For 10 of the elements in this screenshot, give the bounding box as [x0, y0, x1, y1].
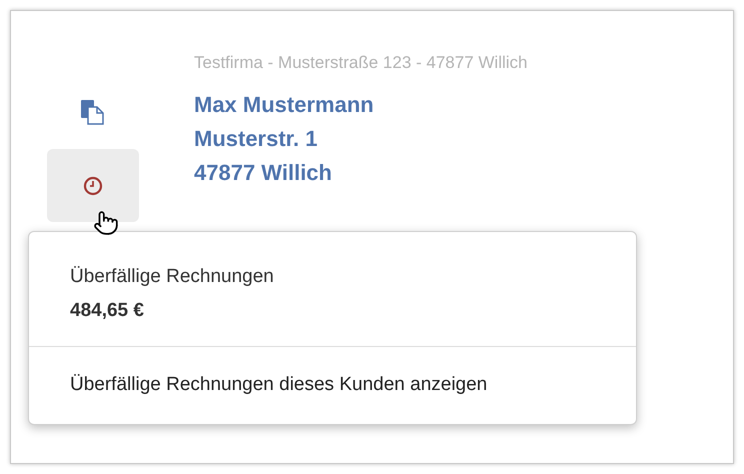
clock-icon	[82, 176, 102, 196]
address-line: 47877 Willich	[194, 159, 333, 187]
popover-title: Überfällige Rechnungen	[70, 265, 275, 289]
sender-line: Testfirma - Musterstraße 123 - 47877 Willich	[194, 52, 528, 74]
address-line: Max Mustermann	[194, 91, 375, 119]
overdue-amount: 484,65 €	[70, 299, 145, 323]
documents-icon[interactable]	[80, 99, 106, 125]
overdue-button[interactable]	[46, 149, 138, 222]
show-overdue-link[interactable]: Überfällige Rechnungen dieses Kunden anzeigen	[70, 374, 488, 395]
address-line: Musterstr. 1	[194, 125, 318, 153]
